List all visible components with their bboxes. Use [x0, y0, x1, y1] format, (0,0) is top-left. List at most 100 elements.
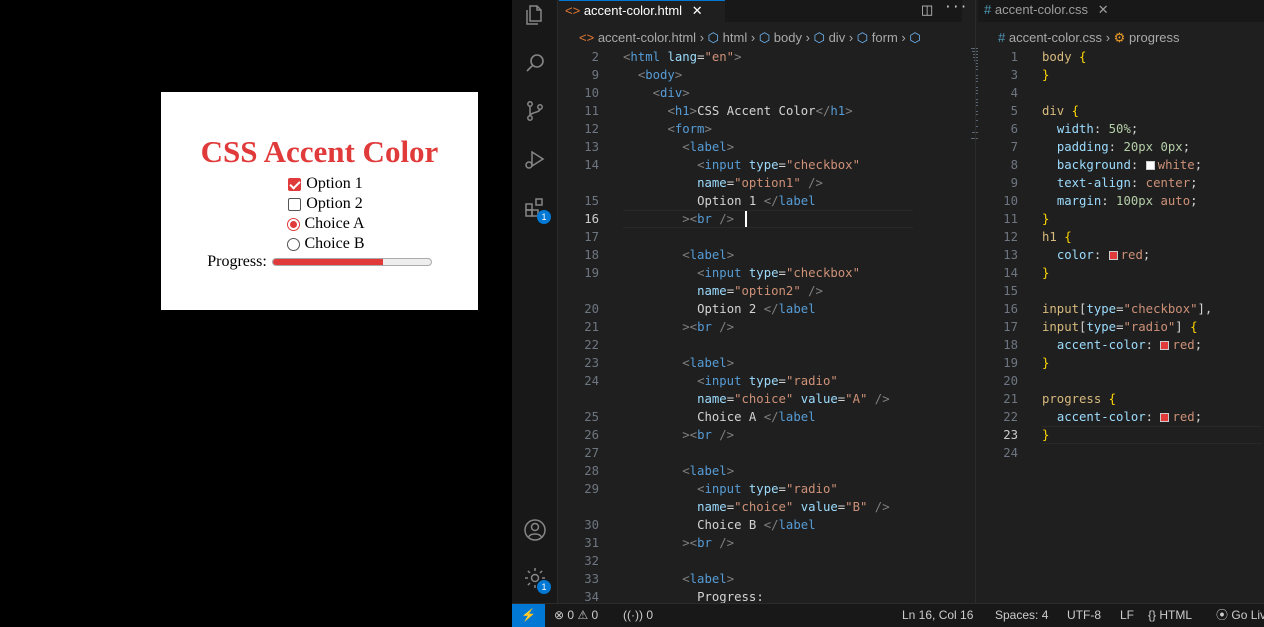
language-mode[interactable]: {} HTML: [1148, 604, 1192, 627]
code-line[interactable]: name="option1" />: [623, 174, 823, 192]
option1-checkbox[interactable]: [288, 178, 301, 191]
code-line[interactable]: <label>: [623, 354, 734, 372]
more-actions-icon[interactable]: ···: [944, 0, 967, 15]
breadcrumb-item[interactable]: accent-color.css: [1009, 30, 1102, 45]
choice-b-row[interactable]: Choice B: [161, 234, 478, 254]
end-of-line[interactable]: LF: [1120, 604, 1134, 627]
html-breadcrumb: <> accent-color.html › ⬡ html › ⬡ body ›…: [579, 28, 921, 48]
code-line[interactable]: background: white;: [1042, 156, 1202, 174]
progress-fill: [273, 259, 384, 265]
code-line[interactable]: <label>: [623, 246, 734, 264]
group-divider[interactable]: [975, 0, 976, 603]
choice-b-radio[interactable]: [287, 238, 300, 251]
encoding[interactable]: UTF-8: [1067, 604, 1101, 627]
code-line[interactable]: body {: [1042, 48, 1086, 66]
choice-a-row[interactable]: Choice A: [161, 214, 478, 234]
code-line[interactable]: input[type="radio"] {: [1042, 318, 1198, 336]
code-line[interactable]: <input type="radio": [623, 372, 838, 390]
choice-a-radio[interactable]: [287, 218, 300, 231]
code-line[interactable]: Choice B </label: [623, 516, 816, 534]
problems-indicator[interactable]: ⊗ 0 ⚠ 0: [554, 604, 598, 627]
code-line[interactable]: Option 2 </label: [623, 300, 816, 318]
code-line[interactable]: <div>: [623, 84, 690, 102]
symbol-icon: ⬡: [909, 30, 920, 45]
breadcrumb-item[interactable]: html: [723, 30, 748, 45]
html-tab-strip: <> accent-color.html ✕ ◫ ···: [559, 0, 962, 22]
tab-accent-color-html[interactable]: <> accent-color.html ✕: [559, 0, 725, 22]
code-line[interactable]: <input type="checkbox": [623, 264, 860, 282]
code-line[interactable]: color: red;: [1042, 246, 1150, 264]
source-control-icon[interactable]: [523, 99, 547, 123]
code-line[interactable]: ><br />: [623, 210, 734, 228]
breadcrumb-item[interactable]: form: [872, 30, 898, 45]
code-line[interactable]: accent-color: red;: [1042, 336, 1202, 354]
code-line[interactable]: name="choice" value="A" />: [623, 390, 890, 408]
code-line[interactable]: accent-color: red;: [1042, 408, 1202, 426]
code-line[interactable]: div {: [1042, 102, 1079, 120]
cursor-position[interactable]: Ln 16, Col 16: [902, 604, 973, 627]
code-line[interactable]: text-align: center;: [1042, 174, 1198, 192]
close-icon[interactable]: ✕: [692, 3, 703, 18]
code-line[interactable]: margin: 100px auto;: [1042, 192, 1198, 210]
search-icon[interactable]: [523, 51, 547, 75]
account-icon[interactable]: [523, 518, 547, 542]
code-line[interactable]: <label>: [623, 570, 734, 588]
line-number: 33: [559, 570, 599, 588]
split-editor-icon[interactable]: ◫: [921, 2, 933, 18]
code-line[interactable]: Choice A </label: [623, 408, 816, 426]
code-line[interactable]: }: [1042, 264, 1049, 282]
code-line[interactable]: }: [1042, 210, 1049, 228]
preview-form: Option 1 Option 2 Choice A Choice B Prog…: [161, 174, 478, 272]
code-line[interactable]: width: 50%;: [1042, 120, 1138, 138]
code-line[interactable]: ><br />: [623, 534, 734, 552]
option2-checkbox[interactable]: [288, 198, 301, 211]
breadcrumb-item[interactable]: div: [829, 30, 846, 45]
close-icon[interactable]: ✕: [1098, 2, 1109, 17]
choice-b-label: Choice B: [305, 234, 365, 254]
code-line[interactable]: <form>: [623, 120, 712, 138]
option1-row[interactable]: Option 1: [161, 174, 478, 194]
ports-indicator[interactable]: ((·)) 0: [623, 604, 653, 627]
code-line[interactable]: progress {: [1042, 390, 1116, 408]
chevron-right-icon: ›: [901, 30, 905, 45]
settings-gear-icon[interactable]: 1: [523, 566, 547, 590]
code-line[interactable]: name="option2" />: [623, 282, 823, 300]
code-line[interactable]: ><br />: [623, 426, 734, 444]
line-number: 28: [559, 462, 599, 480]
code-line[interactable]: h1 {: [1042, 228, 1072, 246]
line-number: 32: [559, 552, 599, 570]
line-number: 31: [559, 534, 599, 552]
run-debug-icon[interactable]: [523, 147, 547, 171]
go-live-button[interactable]: ⦿ Go Liv: [1216, 604, 1264, 627]
breadcrumb-item[interactable]: progress: [1129, 30, 1180, 45]
files-icon[interactable]: [523, 3, 547, 27]
remote-indicator[interactable]: ⚡: [512, 604, 545, 627]
code-line[interactable]: input[type="checkbox"],: [1042, 300, 1212, 318]
code-line[interactable]: }: [1042, 354, 1049, 372]
code-line[interactable]: }: [1042, 426, 1049, 444]
code-line[interactable]: <body>: [623, 66, 682, 84]
code-line[interactable]: Option 1 </label: [623, 192, 816, 210]
line-number: 20: [559, 300, 599, 318]
code-line[interactable]: <label>: [623, 138, 734, 156]
code-line[interactable]: }: [1042, 66, 1049, 84]
breadcrumb-item[interactable]: body: [774, 30, 802, 45]
code-line[interactable]: <input type="checkbox": [623, 156, 860, 174]
errors-count: 0: [567, 608, 574, 622]
tab-accent-color-css[interactable]: # accent-color.css ✕: [978, 0, 1144, 22]
line-number: 19: [978, 354, 1018, 372]
line-number: 27: [559, 444, 599, 462]
code-line[interactable]: <label>: [623, 462, 734, 480]
option2-row[interactable]: Option 2: [161, 194, 478, 214]
browser-preview: CSS Accent Color Option 1 Option 2 Choic…: [0, 0, 512, 627]
breadcrumb-item[interactable]: accent-color.html: [598, 30, 696, 45]
code-line[interactable]: <input type="radio": [623, 480, 838, 498]
code-line[interactable]: <h1>CSS Accent Color</h1>: [623, 102, 853, 120]
code-line[interactable]: name="choice" value="B" />: [623, 498, 890, 516]
code-line[interactable]: ><br />: [623, 318, 734, 336]
extensions-icon[interactable]: 1: [523, 196, 547, 220]
code-line[interactable]: <html lang="en">: [623, 48, 742, 66]
code-line[interactable]: padding: 20px 0px;: [1042, 138, 1190, 156]
indentation[interactable]: Spaces: 4: [995, 604, 1048, 627]
line-number: 1: [978, 48, 1018, 66]
